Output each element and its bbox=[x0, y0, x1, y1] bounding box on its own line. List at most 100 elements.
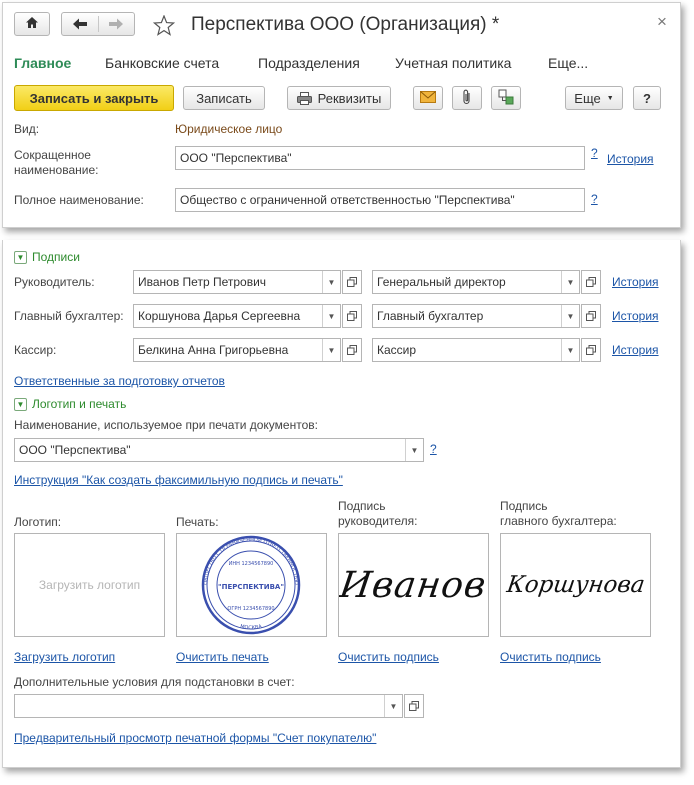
clear-head-signature-link[interactable]: Очистить подпись bbox=[338, 650, 439, 664]
clear-stamp-link[interactable]: Очистить печать bbox=[176, 650, 269, 664]
extra-conditions-open-button[interactable] bbox=[404, 694, 424, 718]
cashier-position-value: Кассир bbox=[377, 343, 417, 357]
envelope-icon bbox=[420, 90, 436, 106]
chief-accountant-position-open-button[interactable] bbox=[581, 304, 601, 328]
help-button[interactable]: ? bbox=[633, 86, 661, 110]
short-name-input[interactable]: ООО "Перспектива" bbox=[175, 146, 585, 170]
cashier-person-select[interactable]: Белкина Анна Григорьевна ▼ bbox=[133, 338, 341, 362]
head-history-link[interactable]: История bbox=[612, 275, 659, 289]
chevron-down-icon[interactable]: ▼ bbox=[405, 439, 423, 461]
back-arrow-icon[interactable] bbox=[72, 17, 88, 34]
cashier-position-open-button[interactable] bbox=[581, 338, 601, 362]
head-person-open-button[interactable] bbox=[342, 270, 362, 294]
chevron-down-icon[interactable]: ▼ bbox=[322, 339, 340, 361]
email-button[interactable] bbox=[413, 86, 443, 110]
tab-accounting-policy[interactable]: Учетная политика bbox=[395, 55, 511, 71]
chief-accountant-history-link[interactable]: История bbox=[612, 309, 659, 323]
stamp-center-text: "ПЕРСПЕКТИВА" bbox=[218, 583, 284, 591]
form-top-panel: Перспектива ООО (Организация) * × Главно… bbox=[2, 2, 681, 228]
hierarchy-icon bbox=[498, 89, 514, 108]
structure-button[interactable] bbox=[491, 86, 521, 110]
requisites-label: Реквизиты bbox=[317, 90, 382, 106]
attach-button[interactable] bbox=[452, 86, 482, 110]
kind-label: Вид: bbox=[14, 122, 40, 136]
load-logo-link[interactable]: Загрузить логотип bbox=[14, 650, 115, 664]
chief-accountant-position-select[interactable]: Главный бухгалтер ▼ bbox=[372, 304, 580, 328]
full-name-input[interactable]: Общество с ограниченной ответственностью… bbox=[175, 188, 585, 212]
full-name-label: Полное наименование: bbox=[14, 193, 144, 207]
home-icon bbox=[25, 16, 39, 32]
open-window-icon bbox=[586, 275, 596, 290]
favorite-star-icon[interactable] bbox=[152, 14, 176, 39]
accountant-signature-text: Коршунова bbox=[504, 572, 647, 598]
printer-icon bbox=[296, 91, 312, 105]
head-position-value: Генеральный директор bbox=[377, 275, 506, 289]
extra-conditions-select[interactable]: ▼ bbox=[14, 694, 403, 718]
chief-accountant-person-select[interactable]: Коршунова Дарья Сергеевна ▼ bbox=[133, 304, 341, 328]
stamp-inn-text: ИНН 1234567890 bbox=[229, 561, 274, 567]
cashier-label: Кассир: bbox=[14, 343, 57, 357]
short-name-label: Сокращенное наименование: bbox=[14, 148, 99, 177]
close-icon[interactable]: × bbox=[657, 12, 667, 32]
accountant-signature-label-line1: Подпись bbox=[500, 499, 548, 513]
cashier-person-value: Белкина Анна Григорьевна bbox=[138, 343, 289, 357]
stamp-ogrn-text: ОГРН 1234567890 bbox=[227, 606, 274, 612]
nav-divider bbox=[98, 16, 99, 32]
head-label: Руководитель: bbox=[14, 275, 95, 289]
chevron-down-icon[interactable]: ▼ bbox=[322, 271, 340, 293]
short-name-help-link[interactable]: ? bbox=[591, 146, 598, 160]
tab-more[interactable]: Еще... bbox=[548, 55, 588, 71]
cashier-position-select[interactable]: Кассир ▼ bbox=[372, 338, 580, 362]
print-name-label: Наименование, используемое при печати до… bbox=[14, 418, 318, 432]
stamp-image-box[interactable]: ОБЩЕСТВО С ОГРАНИЧЕННОЙ ОТВЕТСТВЕННОСТЬЮ… bbox=[176, 533, 327, 637]
chief-accountant-person-open-button[interactable] bbox=[342, 304, 362, 328]
logo-section-header[interactable]: ▼ Логотип и печать bbox=[14, 397, 126, 411]
responsible-persons-link[interactable]: Ответственные за подготовку отчетов bbox=[14, 374, 225, 388]
tab-bank-accounts[interactable]: Банковские счета bbox=[105, 55, 219, 71]
open-window-icon bbox=[586, 309, 596, 324]
signatures-section-title: Подписи bbox=[32, 250, 80, 264]
open-window-icon bbox=[409, 699, 419, 714]
more-menu-button[interactable]: Еще ▼ bbox=[565, 86, 623, 110]
chevron-down-icon: ▼ bbox=[14, 250, 27, 264]
forward-arrow-icon[interactable] bbox=[108, 17, 124, 34]
logo-image-box[interactable]: Загрузить логотип bbox=[14, 533, 165, 637]
chevron-down-icon[interactable]: ▼ bbox=[561, 339, 579, 361]
cashier-person-open-button[interactable] bbox=[342, 338, 362, 362]
head-signature-label-line2: руководителя: bbox=[338, 514, 418, 528]
open-window-icon bbox=[347, 343, 357, 358]
print-name-help-link[interactable]: ? bbox=[430, 442, 437, 456]
nav-buttons-group bbox=[61, 12, 135, 36]
paperclip-icon bbox=[463, 89, 471, 108]
chevron-down-icon[interactable]: ▼ bbox=[384, 695, 402, 717]
head-position-open-button[interactable] bbox=[581, 270, 601, 294]
instruction-link[interactable]: Инструкция "Как создать факсимильную под… bbox=[14, 473, 343, 487]
head-signature-image-box[interactable]: Иванов bbox=[338, 533, 489, 637]
head-signature-label: Подпись руководителя: bbox=[338, 499, 417, 529]
save-and-close-button[interactable]: Записать и закрыть bbox=[14, 85, 174, 111]
tab-main[interactable]: Главное bbox=[14, 55, 71, 71]
home-button[interactable] bbox=[14, 12, 50, 36]
print-preview-link[interactable]: Предварительный просмотр печатной формы … bbox=[14, 731, 376, 745]
kind-value: Юридическое лицо bbox=[175, 122, 283, 136]
clear-accountant-signature-link[interactable]: Очистить подпись bbox=[500, 650, 601, 664]
requisites-button[interactable]: Реквизиты bbox=[287, 86, 391, 110]
short-name-history-link[interactable]: История bbox=[607, 152, 654, 166]
head-position-select[interactable]: Генеральный директор ▼ bbox=[372, 270, 580, 294]
tab-departments[interactable]: Подразделения bbox=[258, 55, 360, 71]
save-button[interactable]: Записать bbox=[183, 86, 265, 110]
head-person-value: Иванов Петр Петрович bbox=[138, 275, 267, 289]
accountant-signature-image-box[interactable]: Коршунова bbox=[500, 533, 651, 637]
signatures-section-header[interactable]: ▼ Подписи bbox=[14, 250, 80, 264]
print-name-select[interactable]: ООО "Перспектива" ▼ bbox=[14, 438, 424, 462]
chevron-down-icon[interactable]: ▼ bbox=[561, 305, 579, 327]
cashier-history-link[interactable]: История bbox=[612, 343, 659, 357]
extra-conditions-label: Дополнительные условия для подстановки в… bbox=[14, 675, 295, 689]
stamp-image: ОБЩЕСТВО С ОГРАНИЧЕННОЙ ОТВЕТСТВЕННОСТЬЮ… bbox=[201, 535, 301, 635]
logo-label: Логотип: bbox=[14, 515, 62, 529]
head-person-select[interactable]: Иванов Петр Петрович ▼ bbox=[133, 270, 341, 294]
chevron-down-icon[interactable]: ▼ bbox=[561, 271, 579, 293]
chevron-down-icon[interactable]: ▼ bbox=[322, 305, 340, 327]
logo-section-title: Логотип и печать bbox=[32, 397, 127, 411]
full-name-help-link[interactable]: ? bbox=[591, 192, 598, 206]
